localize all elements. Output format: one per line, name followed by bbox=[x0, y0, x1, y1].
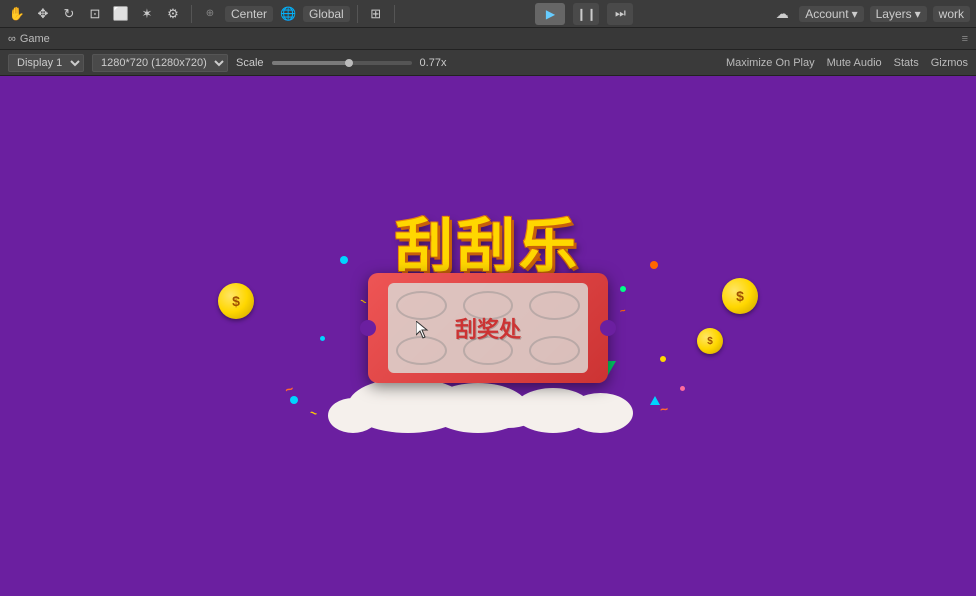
rect-tool-btn[interactable]: ⬜ bbox=[110, 3, 132, 25]
ticket-inner: 刮奖处 bbox=[388, 283, 588, 373]
game-infinity-icon: ∞ bbox=[8, 33, 16, 45]
sep1 bbox=[191, 5, 192, 23]
sep2 bbox=[357, 5, 358, 23]
layers-chevron: ▾ bbox=[915, 7, 921, 21]
mute-audio-btn[interactable]: Mute Audio bbox=[827, 57, 882, 69]
pivot-icon: ⊕ bbox=[199, 3, 221, 25]
work-label: work bbox=[933, 6, 970, 22]
squiggle-1: ~ bbox=[283, 380, 296, 398]
collab-icon[interactable]: ☁ bbox=[771, 3, 793, 25]
center-btn[interactable]: Center bbox=[225, 6, 273, 22]
coin-right-small: $ bbox=[697, 328, 723, 354]
coin-left-large: $ bbox=[218, 283, 254, 319]
scratch-ticket[interactable]: 刮奖处 bbox=[368, 273, 608, 383]
toolbar-right: ☁ Account ▾ Layers ▾ work bbox=[771, 3, 970, 25]
stats-btn[interactable]: Stats bbox=[894, 57, 919, 69]
cloud-blob-7 bbox=[478, 398, 538, 428]
scale-fill bbox=[272, 61, 349, 65]
play-button[interactable]: ▶ bbox=[535, 3, 565, 25]
account-chevron: ▾ bbox=[852, 7, 858, 21]
move-tool-btn[interactable]: ✥ bbox=[32, 3, 54, 25]
game-title-text: 刮刮乐 bbox=[395, 199, 581, 283]
ticket-scratch-text: 刮奖处 bbox=[455, 312, 521, 344]
scale-tool-btn[interactable]: ⊡ bbox=[84, 3, 106, 25]
mouse-cursor bbox=[416, 321, 432, 341]
displaybar-actions: Maximize On Play Mute Audio Stats Gizmos bbox=[726, 57, 968, 69]
display-select[interactable]: Display 1 bbox=[8, 54, 84, 72]
scale-track[interactable] bbox=[272, 61, 412, 65]
account-dropdown[interactable]: Account ▾ bbox=[799, 6, 863, 22]
gizmos-btn[interactable]: Gizmos bbox=[931, 57, 968, 69]
main-toolbar: ✋ ✥ ↻ ⊡ ⬜ ✶ ⚙ ⊕ Center 🌐 Global ⊞ ▶ ❙❙ ⏭… bbox=[0, 0, 976, 28]
ticket-wrapper: $ $ $ 刮奖处 bbox=[318, 273, 658, 433]
game-bar: ∞ Game ≡ bbox=[0, 28, 976, 50]
confetti-8 bbox=[680, 386, 685, 391]
pause-button[interactable]: ❙❙ bbox=[573, 3, 599, 25]
global-btn[interactable]: Global bbox=[303, 6, 350, 22]
scale-thumb bbox=[345, 59, 353, 67]
coin-right-large: $ bbox=[722, 278, 758, 314]
display-bar: Display 1 1280*720 (1280x720) Scale 0.77… bbox=[0, 50, 976, 76]
stamp-3 bbox=[529, 291, 580, 320]
extra-tool-btn[interactable]: ⚙ bbox=[162, 3, 184, 25]
step-button[interactable]: ⏭ bbox=[607, 3, 633, 25]
scale-label: Scale bbox=[236, 57, 264, 69]
custom-tool-btn[interactable]: ✶ bbox=[136, 3, 158, 25]
cloud-blob-5 bbox=[328, 398, 378, 433]
play-controls: ▶ ❙❙ ⏭ bbox=[402, 3, 767, 25]
sep3 bbox=[394, 5, 395, 23]
resolution-select[interactable]: 1280*720 (1280x720) bbox=[92, 54, 228, 72]
confetti-9 bbox=[290, 396, 298, 404]
world-icon: 🌐 bbox=[277, 3, 299, 25]
layers-dropdown[interactable]: Layers ▾ bbox=[870, 6, 927, 22]
grid-btn[interactable]: ⊞ bbox=[365, 3, 387, 25]
rotate-tool-btn[interactable]: ↻ bbox=[58, 3, 80, 25]
gamebar-close: ≡ bbox=[962, 33, 968, 45]
confetti-7 bbox=[660, 356, 666, 362]
stamp-6 bbox=[529, 336, 580, 365]
game-title: Game bbox=[20, 33, 50, 45]
cloud-blob-4 bbox=[568, 393, 633, 433]
scale-value: 0.77x bbox=[420, 57, 447, 69]
maximize-on-play-btn[interactable]: Maximize On Play bbox=[726, 57, 815, 69]
squiggle-3: ~ bbox=[659, 400, 670, 417]
game-content: 刮刮乐 $ $ $ 刮奖处 bbox=[318, 199, 658, 433]
stamp-1 bbox=[396, 291, 447, 320]
hand-tool-btn[interactable]: ✋ bbox=[6, 3, 28, 25]
cloud-blob-6 bbox=[398, 393, 468, 428]
game-viewport: ~ ~ ~ ~ ~ 刮刮乐 $ $ $ bbox=[0, 76, 976, 596]
